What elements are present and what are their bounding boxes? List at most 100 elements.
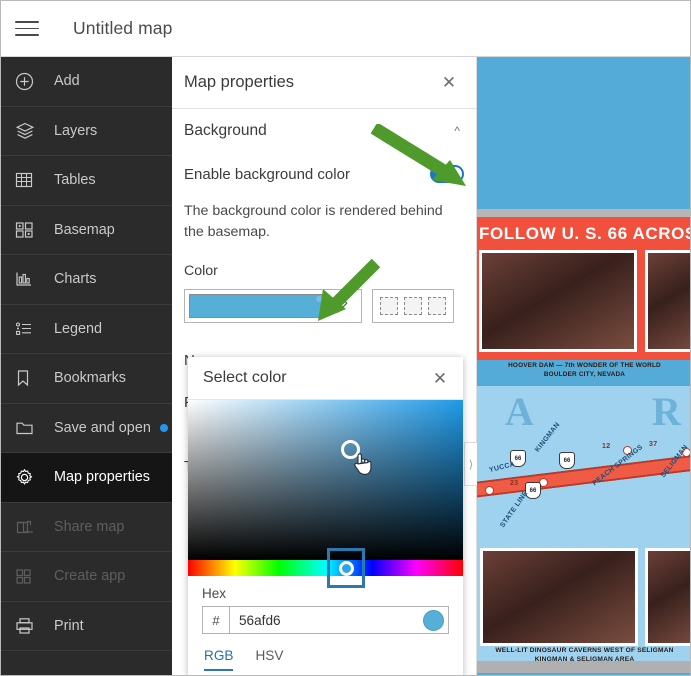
route-node <box>485 486 494 495</box>
background-section-title: Background <box>184 122 267 139</box>
photo-hoover-dam <box>479 250 637 352</box>
table-icon <box>15 169 45 191</box>
route-mileage: 12 <box>602 443 611 450</box>
sidebar-item-print[interactable]: Print <box>1 602 172 651</box>
hue-slider[interactable] <box>188 548 463 588</box>
place-label: YUCCA <box>488 460 516 475</box>
hex-label: Hex <box>202 586 227 601</box>
plus-circle-icon <box>15 70 45 92</box>
hamburger-menu-icon[interactable] <box>1 1 53 57</box>
page-title: Untitled map <box>73 18 173 38</box>
recent-color-slot[interactable] <box>380 297 398 315</box>
sidebar-item-create-app: Create app <box>1 552 172 601</box>
route-mileage: 23 <box>510 480 519 487</box>
sidebar-item-legend[interactable]: Legend <box>1 305 172 354</box>
saturation-value-panel[interactable] <box>188 400 463 560</box>
hue-slider-handle[interactable] <box>327 548 365 588</box>
enable-background-color-label: Enable background color <box>184 165 350 183</box>
hamburger-bars <box>15 16 39 41</box>
sidebar-item-label: Legend <box>54 320 103 337</box>
enable-background-color-row: Enable background color <box>184 153 464 195</box>
caption-line-1: HOOVER DAM — 7th WONDER OF THE WORLD <box>508 362 661 369</box>
color-swatch-button[interactable] <box>184 289 362 323</box>
chevron-up-icon[interactable]: ^ <box>454 124 464 138</box>
sidebar-item-bookmarks[interactable]: Bookmarks <box>1 354 172 403</box>
sidebar-item-label: Bookmarks <box>54 370 126 387</box>
place-label: KINGMAN <box>534 421 562 454</box>
route-mileage: 37 <box>649 441 658 448</box>
photo-secondary-1 <box>645 250 690 352</box>
sidebar-item-label: Add <box>54 73 80 90</box>
sidebar-item-label: Tables <box>54 172 96 189</box>
sidebar-item-tables[interactable]: Tables <box>1 156 172 205</box>
tab-hsv[interactable]: HSV <box>255 648 283 671</box>
recent-color-slot[interactable] <box>404 297 422 315</box>
pencil-icon[interactable] <box>324 298 357 315</box>
folder-icon <box>15 417 45 439</box>
tab-rgb[interactable]: RGB <box>204 648 234 671</box>
gear-icon <box>15 466 45 488</box>
recent-colors-box <box>372 289 454 323</box>
hash-prefix: # <box>203 607 230 633</box>
poster-route-map: A R 66 66 66 YUCCA KINGMAN PEACH SPRINGS… <box>477 386 690 548</box>
divider <box>1 650 172 651</box>
background-description: The background color is rendered behind … <box>184 203 443 240</box>
sidebar-item-save-and-open[interactable]: Save and open <box>1 404 172 453</box>
route-shield: 66 <box>559 452 575 469</box>
color-picker-row <box>184 289 464 323</box>
dialog-title: Select color <box>203 369 287 386</box>
place-label: STATE LINE <box>499 489 530 530</box>
color-field-label: Color <box>184 263 218 279</box>
sidebar-item-basemap[interactable]: Basemap <box>1 206 172 255</box>
poster-sky <box>477 57 690 209</box>
top-bar: Untitled map <box>1 1 690 57</box>
legend-list-icon <box>15 318 45 340</box>
unsaved-changes-badge <box>159 423 168 432</box>
poster-banner: FOLLOW U. S. 66 ACROSS A <box>477 217 690 250</box>
poster-footer-band <box>477 661 690 673</box>
sidebar-item-label: Layers <box>54 122 98 139</box>
hex-input-row: # <box>202 606 449 634</box>
panel-collapse-handle[interactable]: ⟩ <box>464 442 477 486</box>
panel-header: Map properties ✕ <box>172 57 476 109</box>
hex-input[interactable] <box>230 612 423 628</box>
sidebar-item-label: Save and open <box>54 419 151 436</box>
current-color-swatch[interactable] <box>189 294 324 318</box>
select-color-dialog: Select color ✕ Hex # RGB HSV <box>188 357 463 675</box>
color-mode-tabs: RGB HSV <box>202 648 449 671</box>
sidebar-item-charts[interactable]: Charts <box>1 255 172 304</box>
background-section-header[interactable]: Background ^ <box>184 109 464 153</box>
enable-background-color-toggle[interactable] <box>430 165 464 183</box>
recent-color-slot[interactable] <box>428 297 446 315</box>
sidebar-item-label: Share map <box>54 518 125 535</box>
caption-line-1: WELL-LIT DINOSAUR CAVERNS WEST OF SELIGM… <box>495 647 674 654</box>
swatch-corner-dot <box>316 296 322 302</box>
poster-big-letter-a: A <box>505 389 534 434</box>
apps-grid-icon <box>15 565 45 587</box>
dialog-header: Select color ✕ <box>188 357 463 400</box>
hue-handle-inner <box>338 560 354 576</box>
sidebar-item-share-map: Share map <box>1 503 172 552</box>
panel-title: Map properties <box>184 73 295 91</box>
sidebar-item-layers[interactable]: Layers <box>1 107 172 156</box>
sidebar-item-map-properties[interactable]: Map properties <box>1 453 172 502</box>
sidebar-item-label: Basemap <box>54 221 115 238</box>
photo-secondary-2 <box>645 548 690 646</box>
sidebar-item-label: Charts <box>54 271 97 288</box>
sidebar-item-add[interactable]: Add <box>1 57 172 106</box>
sidebar-item-label: Create app <box>54 568 126 585</box>
close-icon[interactable]: ✕ <box>429 367 451 389</box>
poster-photo-row-2 <box>477 548 690 654</box>
toggle-knob <box>448 167 462 181</box>
poster-photo-row-1 <box>477 250 690 360</box>
poster-big-letter-r: R <box>652 389 681 434</box>
poster-caption-1: HOOVER DAM — 7th WONDER OF THE WORLD BOU… <box>477 360 690 386</box>
printer-icon <box>15 615 45 637</box>
basemap-grid-icon <box>15 219 45 241</box>
close-icon[interactable]: ✕ <box>438 72 460 94</box>
bookmark-icon <box>15 367 45 389</box>
color-preview-dot <box>423 609 444 631</box>
sidebar-item-label: Map properties <box>54 469 150 486</box>
layers-icon <box>15 120 45 142</box>
map-canvas[interactable]: FOLLOW U. S. 66 ACROSS A HOOVER DAM — 7t… <box>477 57 690 675</box>
